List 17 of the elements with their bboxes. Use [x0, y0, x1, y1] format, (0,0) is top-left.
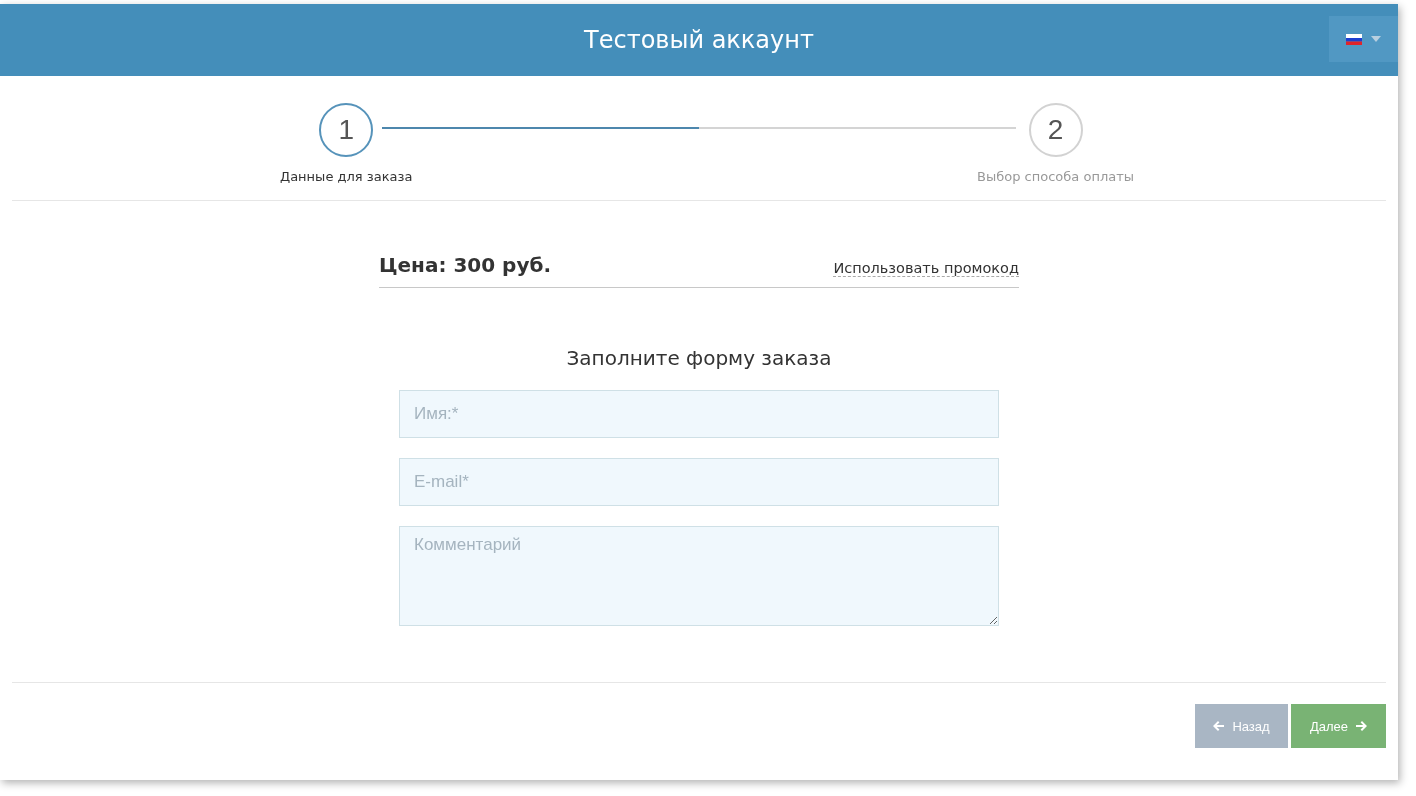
step-label: Данные для заказа	[280, 169, 413, 184]
step-circle: 1	[319, 103, 374, 157]
step-label: Выбор способа оплаты	[977, 169, 1134, 184]
price-text: Цена: 300 руб.	[379, 253, 552, 277]
page-title: Тестовый аккаунт	[584, 26, 814, 54]
flag-icon	[1346, 33, 1362, 45]
input-field[interactable]: E-mail*	[399, 458, 999, 506]
arrow-right-icon	[1356, 721, 1368, 731]
caret-icon	[1371, 36, 1381, 42]
arrow-left-icon	[1213, 721, 1225, 731]
promo-code-link[interactable]: Использовать промокод	[833, 260, 1019, 277]
comment-field[interactable]: Комментарий	[399, 526, 999, 626]
step-circle: 2	[1028, 103, 1083, 157]
language-dropdown[interactable]	[1329, 16, 1398, 62]
input-field[interactable]: Имя:*	[399, 390, 999, 438]
next-button[interactable]: Далее	[1291, 704, 1386, 748]
form-heading: Заполните форму заказа	[566, 346, 832, 370]
